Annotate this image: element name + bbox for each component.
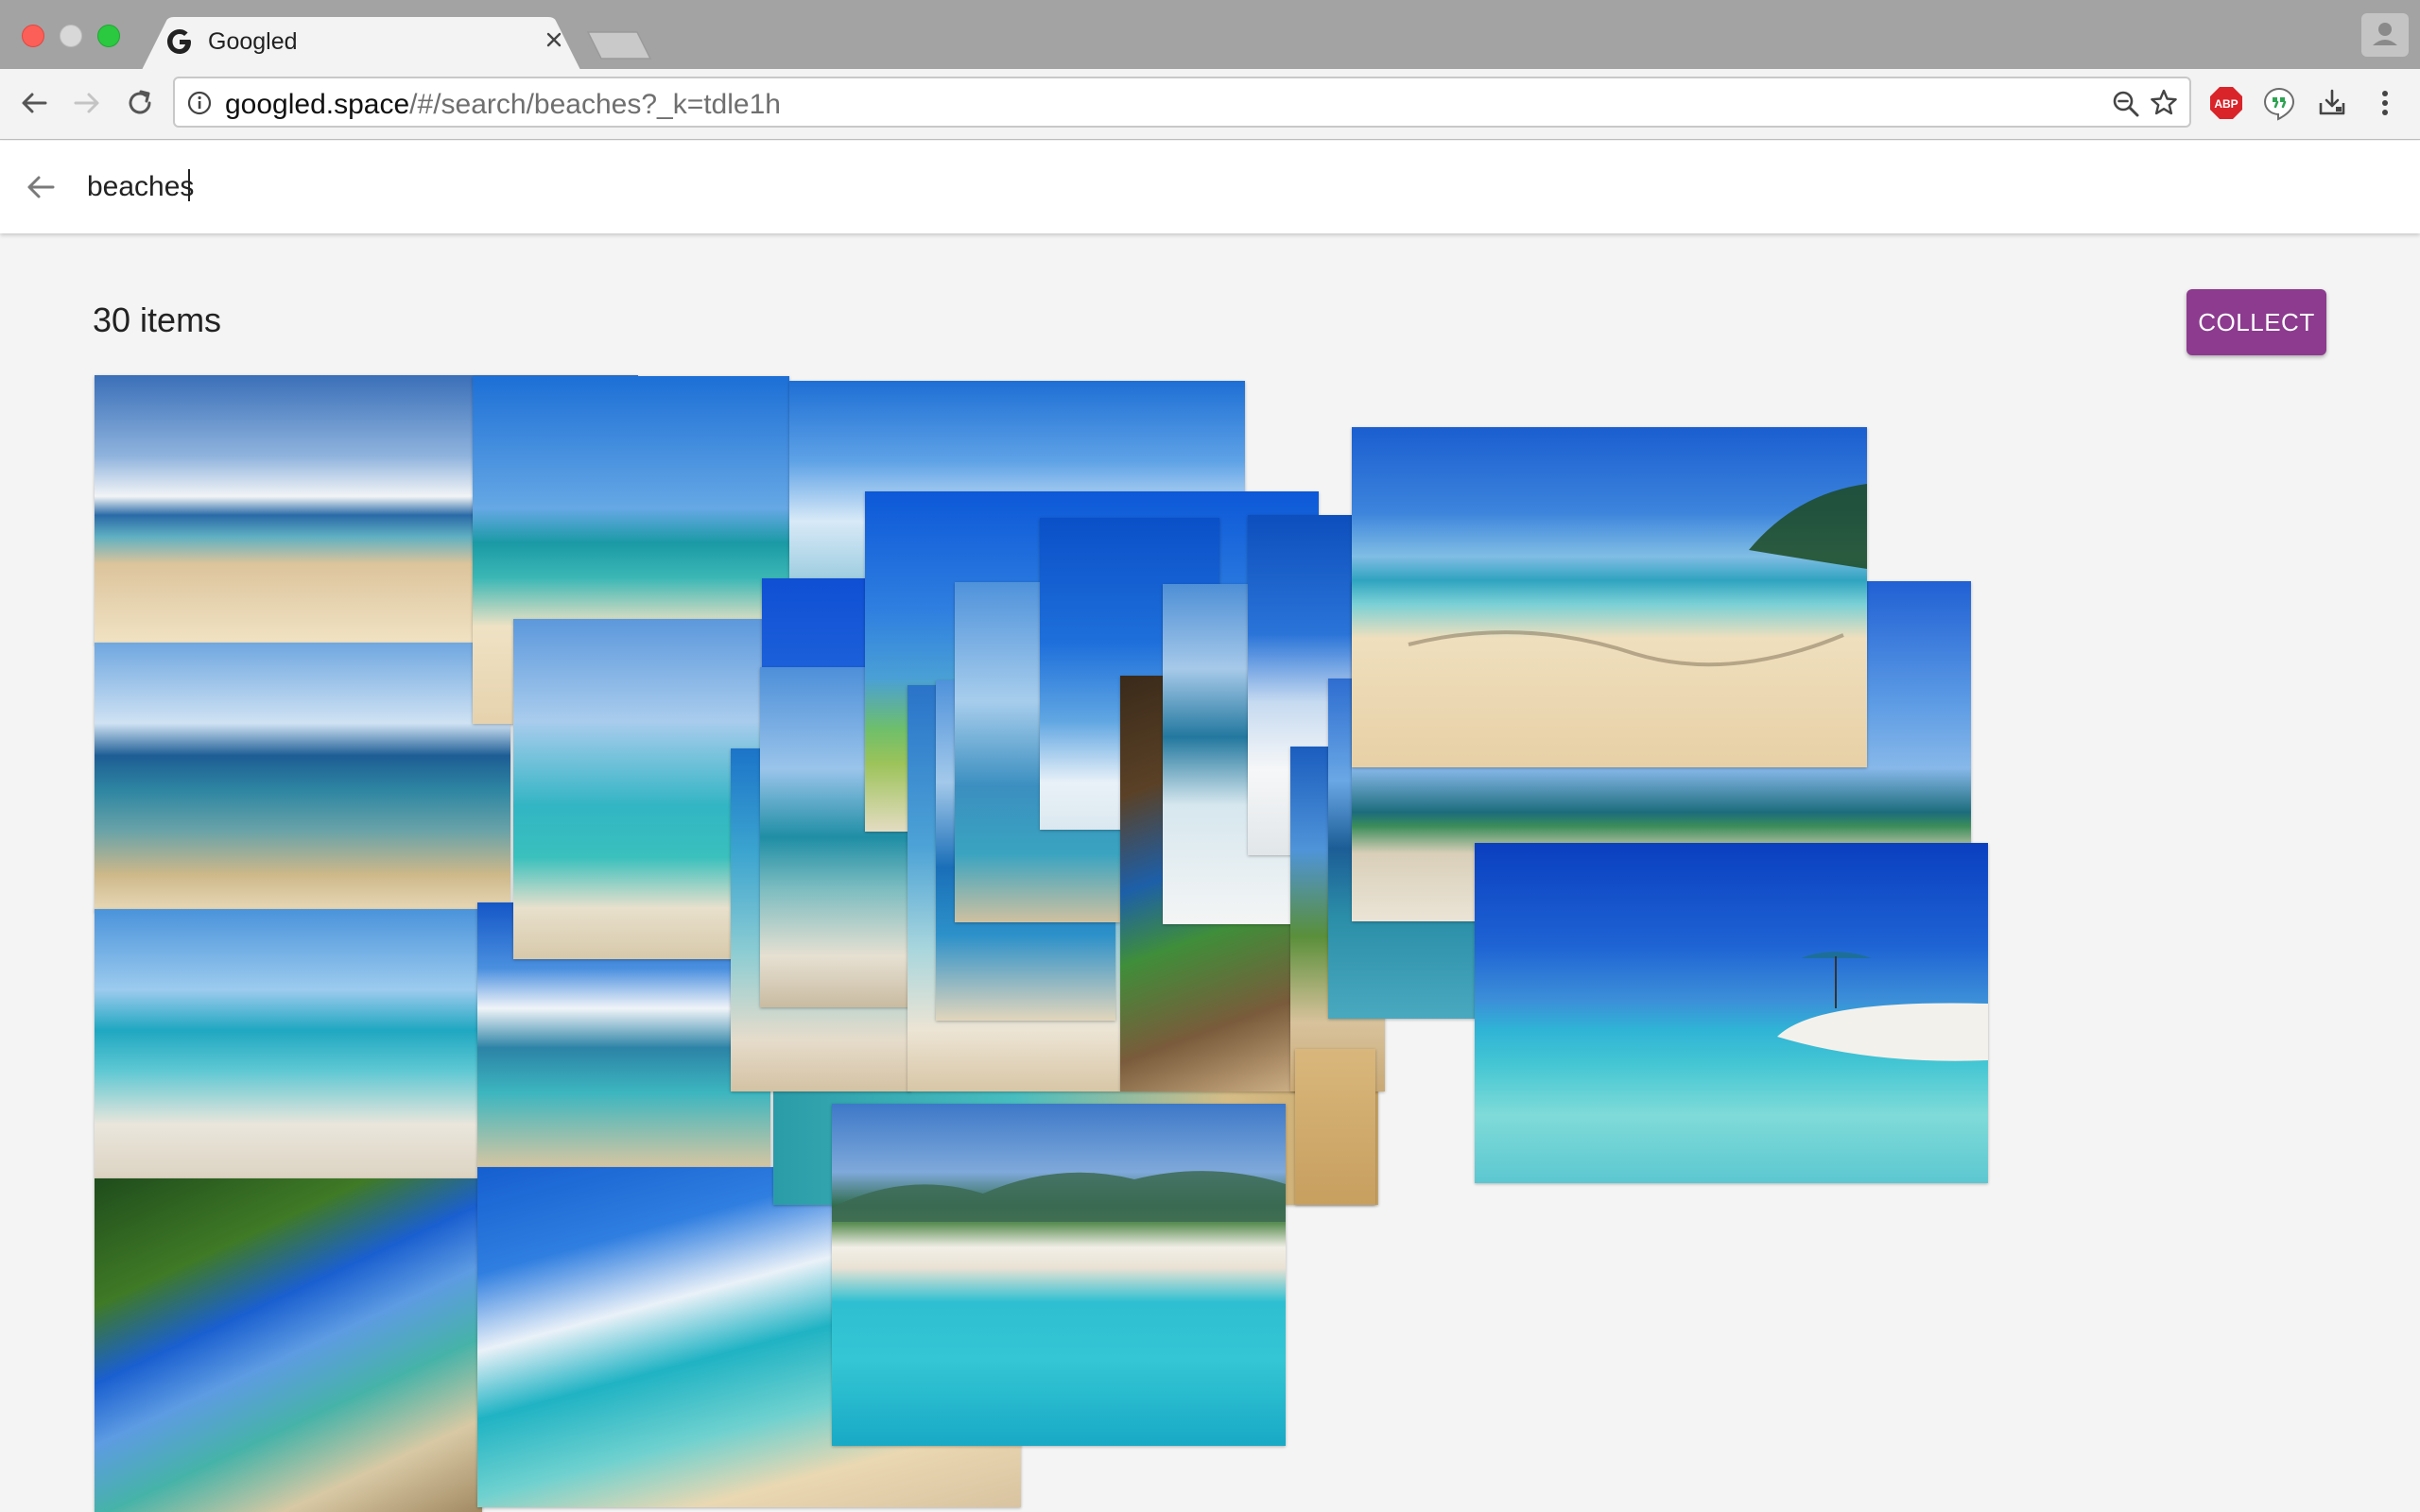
text-caret — [188, 169, 190, 201]
palm-shadow-icon — [1408, 484, 1867, 667]
google-g-favicon-icon — [167, 29, 191, 54]
sandbar-icon — [1777, 952, 1988, 1061]
beach-photo[interactable] — [95, 1178, 482, 1512]
address-bar[interactable]: googled.space/#/search/beaches?_k=tdle1h — [173, 77, 2191, 128]
tab-close-icon[interactable] — [541, 26, 567, 53]
bookmark-star-icon[interactable] — [2148, 87, 2180, 119]
window-maximize-button[interactable] — [97, 25, 120, 47]
profile-button[interactable] — [2361, 13, 2409, 57]
browser-toolbar: googled.space/#/search/beaches?_k=tdle1h… — [0, 69, 2420, 140]
beach-photo[interactable] — [832, 1104, 1286, 1446]
browser-menu-icon[interactable] — [2366, 84, 2404, 122]
person-icon — [2373, 23, 2397, 45]
browser-reload-icon[interactable] — [121, 84, 159, 122]
abp-label: ABP — [2214, 97, 2238, 111]
browser-forward-icon[interactable] — [68, 84, 106, 122]
beach-photo[interactable] — [1352, 427, 1867, 767]
beach-photo[interactable] — [95, 909, 482, 1178]
back-arrow-icon[interactable] — [21, 167, 60, 207]
adblock-plus-icon[interactable]: ABP — [2207, 84, 2245, 122]
zoom-out-icon[interactable] — [2110, 88, 2142, 120]
window-close-button[interactable] — [22, 25, 44, 47]
collect-button[interactable]: COLLECT — [2187, 289, 2326, 355]
hangouts-icon[interactable] — [2260, 84, 2298, 122]
results-count: 30 items — [93, 301, 222, 339]
save-to-device-icon[interactable] — [2313, 84, 2351, 122]
beach-photo[interactable] — [1475, 843, 1988, 1183]
url-text[interactable]: googled.space/#/search/beaches?_k=tdle1h — [225, 89, 781, 121]
browser-back-icon[interactable] — [15, 84, 53, 122]
beach-photo[interactable] — [95, 643, 510, 912]
window-minimize-button[interactable] — [60, 25, 82, 47]
search-app-bar — [0, 141, 2420, 233]
browser-tab-bar: Googled — [0, 0, 2420, 70]
hills-icon — [832, 1171, 1286, 1222]
url-host: googled.space — [225, 89, 410, 120]
beach-photo[interactable] — [1295, 1049, 1375, 1205]
search-input[interactable] — [87, 165, 1221, 209]
url-path: /#/search/beaches?_k=tdle1h — [409, 89, 781, 120]
site-info-icon[interactable] — [186, 90, 213, 116]
tab-title: Googled — [208, 28, 298, 55]
new-tab-button[interactable] — [586, 30, 652, 60]
